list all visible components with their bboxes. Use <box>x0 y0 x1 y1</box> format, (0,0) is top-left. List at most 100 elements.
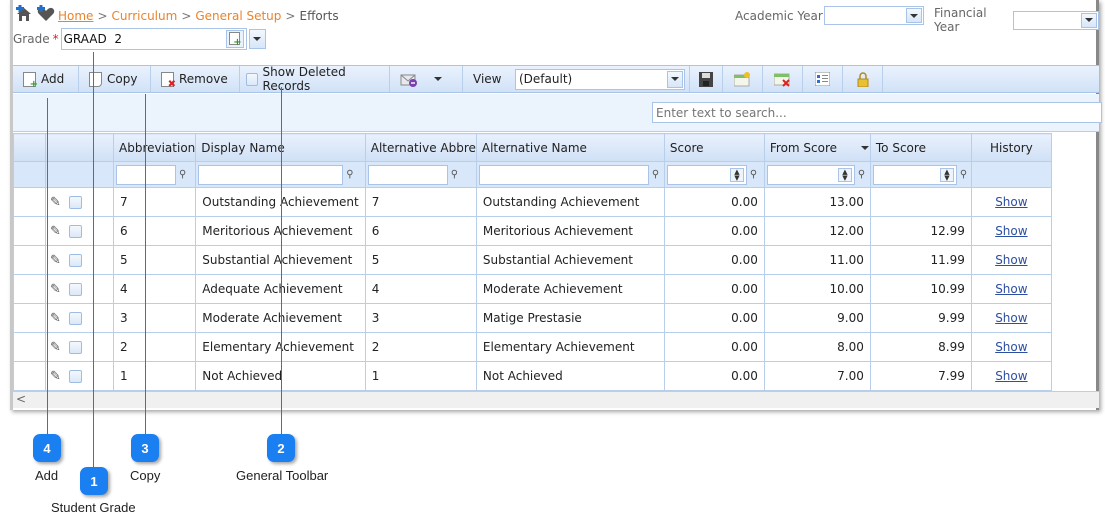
filter-score[interactable]: ▲ ▼ <box>666 164 747 185</box>
filter-icon[interactable]: ⚲ <box>750 169 757 180</box>
table-row[interactable]: ✎ 5 Substantial Achievement 5 Substantial A… <box>13 245 1052 275</box>
breadcrumb-curriculum[interactable]: Curriculum <box>112 9 178 23</box>
header-alternative-abbreviation[interactable]: Alternative Abbre <box>364 133 477 162</box>
academic-year-dropdown-button[interactable] <box>905 8 922 23</box>
save-view-button[interactable] <box>689 66 723 92</box>
view-dropdown-button[interactable] <box>667 70 683 88</box>
filter-alternative-abbreviation[interactable] <box>367 164 448 185</box>
cell-alternative-name: Not Achieved <box>475 361 665 391</box>
filter-icon[interactable]: ⚲ <box>652 169 659 180</box>
grade-input[interactable]: GRAAD 2 + <box>60 28 247 50</box>
filter-blank <box>970 161 1052 188</box>
filter-icon[interactable]: ⚲ <box>346 169 353 180</box>
grade-dropdown-button[interactable] <box>248 29 266 49</box>
row-blank <box>13 274 46 304</box>
filter-abbreviation[interactable] <box>116 164 176 185</box>
filter-icon[interactable]: ⚲ <box>451 169 458 180</box>
breadcrumb-general-setup[interactable]: General Setup <box>195 9 281 23</box>
filter-icon[interactable]: ⚲ <box>179 169 186 180</box>
edit-pencil-icon[interactable]: ✎ <box>50 369 61 384</box>
row-blank <box>13 187 46 217</box>
scroll-left-icon[interactable]: < <box>16 392 26 406</box>
top-bar: Home > Curriculum > General Setup > Efforts Gr… <box>13 0 1099 62</box>
from-score-label: From Score <box>769 140 838 155</box>
cell-score: 0.00 <box>663 187 765 217</box>
edit-pencil-icon[interactable]: ✎ <box>50 311 61 326</box>
cell-history[interactable]: Show <box>970 303 1052 333</box>
header-row: Abbreviation Display Name Alternative Ab… <box>13 133 1052 162</box>
cell-from-score: 11.00 <box>763 245 871 275</box>
filter-from-score[interactable]: ▲ ▼ <box>766 164 855 185</box>
row-select-checkbox[interactable] <box>68 340 82 354</box>
add-document-icon: + <box>23 71 38 89</box>
grade-label: Grade <box>13 32 50 46</box>
cell-history[interactable]: Show <box>970 187 1052 217</box>
search-input[interactable] <box>652 102 1102 123</box>
edit-pencil-icon[interactable]: ✎ <box>50 282 61 297</box>
horizontal-scrollbar[interactable]: < <box>13 391 1099 408</box>
edit-pencil-icon[interactable]: ✎ <box>50 253 61 268</box>
edit-pencil-icon[interactable]: ✎ <box>50 340 61 355</box>
cell-alternative-name: Meritorious Achievement <box>475 216 665 246</box>
table-row[interactable]: ✎ 4 Adequate Achievement 4 Moderate Achieve… <box>13 274 1052 304</box>
remove-button[interactable]: ✖ Remove <box>151 66 240 92</box>
table-row[interactable]: ✎ 1 Not Achieved 1 Not Achieved 0.00 7.00 7.99… <box>13 361 1052 391</box>
filter-alternative-name[interactable] <box>478 164 649 185</box>
email-export-icon <box>400 74 417 87</box>
general-toolbar: + Add Copy ✖ Remove Show Deleted Records… <box>13 65 1099 93</box>
cell-history[interactable]: Show <box>970 274 1052 304</box>
favorite-add-icon[interactable] <box>36 5 56 23</box>
row-select-checkbox[interactable] <box>68 311 82 325</box>
header-abbreviation[interactable]: Abbreviation <box>112 133 197 162</box>
view-select[interactable]: (Default) <box>515 68 685 90</box>
cell-history[interactable]: Show <box>970 245 1052 275</box>
cell-abbreviation: 5 <box>112 245 197 275</box>
header-to-score[interactable]: To Score <box>869 133 972 162</box>
show-deleted-checkbox[interactable] <box>246 72 258 86</box>
copy-button[interactable]: Copy <box>79 66 151 92</box>
header-from-score[interactable]: From Score <box>763 133 871 162</box>
show-deleted-toggle[interactable]: Show Deleted Records <box>240 65 390 93</box>
spinner-icon[interactable]: ▲ ▼ <box>939 167 954 182</box>
table-row[interactable]: ✎ 7 Outstanding Achievement 7 Outstanding A… <box>13 187 1052 217</box>
column-chooser-button[interactable] <box>803 66 843 92</box>
cell-to-score <box>869 187 972 217</box>
table-row[interactable]: ✎ 2 Elementary Achievement 2 Elementary Ach… <box>13 332 1052 362</box>
table-row[interactable]: ✎ 3 Moderate Achievement 3 Matige Prestasie… <box>13 303 1052 333</box>
financial-year-dropdown-button[interactable] <box>1081 12 1097 28</box>
filter-display-name[interactable] <box>198 164 344 185</box>
cell-history[interactable]: Show <box>970 332 1052 362</box>
header-history[interactable]: History <box>970 133 1052 162</box>
header-alternative-name[interactable]: Alternative Name <box>475 133 665 162</box>
filter-icon[interactable]: ⚲ <box>858 169 865 180</box>
new-view-button[interactable] <box>723 66 763 92</box>
grade-add-button[interactable]: + <box>225 30 244 48</box>
breadcrumb-home[interactable]: Home <box>58 9 93 23</box>
row-actions: ✎ <box>45 187 114 217</box>
edit-pencil-icon[interactable]: ✎ <box>50 195 61 210</box>
filter-to-score[interactable]: ▲ ▼ <box>872 164 957 185</box>
lock-button[interactable] <box>843 66 883 92</box>
row-select-checkbox[interactable] <box>68 282 82 296</box>
cell-alternative-abbreviation: 3 <box>364 303 477 333</box>
cell-history[interactable]: Show <box>970 216 1052 246</box>
spinner-icon[interactable]: ▲ ▼ <box>729 167 744 182</box>
academic-year-select[interactable] <box>823 6 924 25</box>
filter-icon[interactable]: ⚲ <box>960 169 967 180</box>
home-add-icon[interactable] <box>15 5 35 23</box>
spinner-icon[interactable]: ▲ ▼ <box>837 167 852 182</box>
export-menu-button[interactable] <box>390 66 463 92</box>
row-select-checkbox[interactable] <box>68 253 82 267</box>
cell-history[interactable]: Show <box>970 361 1052 391</box>
row-select-checkbox[interactable] <box>68 369 82 383</box>
header-score[interactable]: Score <box>663 133 765 162</box>
delete-view-button[interactable] <box>763 66 803 92</box>
table-row[interactable]: ✎ 6 Meritorious Achievement 6 Meritorious A… <box>13 216 1052 246</box>
edit-pencil-icon[interactable]: ✎ <box>50 224 61 239</box>
financial-year-select[interactable] <box>1013 10 1099 30</box>
add-button[interactable]: + Add <box>13 66 79 92</box>
row-select-checkbox[interactable] <box>68 195 82 209</box>
row-select-checkbox[interactable] <box>68 224 82 238</box>
cell-from-score: 13.00 <box>763 187 871 217</box>
cell-from-score: 8.00 <box>763 332 871 362</box>
